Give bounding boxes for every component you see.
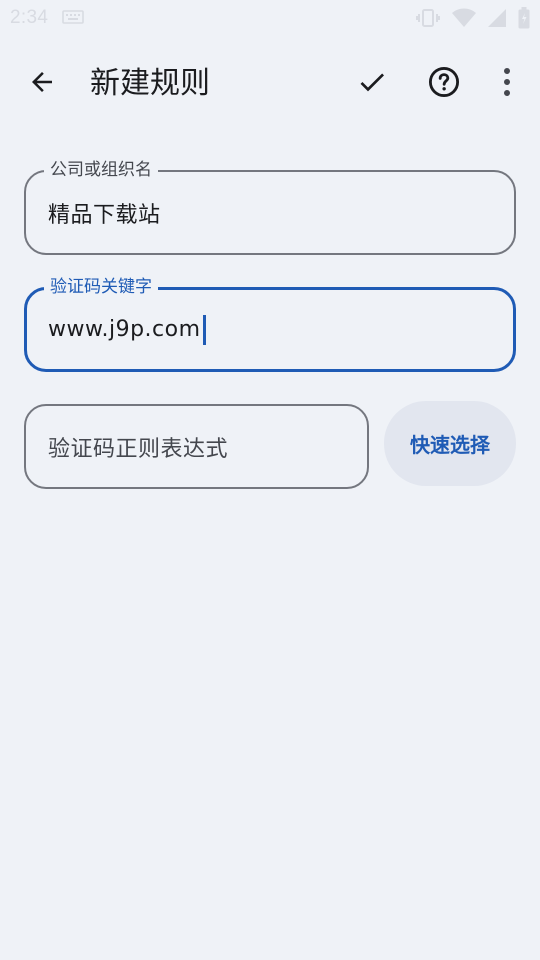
back-arrow-icon [27,67,57,101]
code-keyword-field[interactable]: 验证码关键字 www.j9p.com [24,276,516,372]
more-options-button[interactable] [483,60,531,108]
wifi-icon [452,8,476,28]
status-left: 2:34 [10,7,84,29]
status-bar: 2:34 [0,0,540,36]
more-vert-icon [502,67,512,101]
signal-icon [488,8,506,28]
status-right [416,7,530,29]
back-button[interactable] [18,60,66,108]
check-icon [356,66,388,102]
text-cursor [202,314,206,345]
company-name-field[interactable]: 公司或组织名 精品下载站 [24,159,516,255]
code-keyword-value: www.j9p.com [48,317,201,342]
status-time: 2:34 [10,7,49,28]
help-button[interactable] [420,60,468,108]
save-button[interactable] [348,60,396,108]
help-icon [427,65,461,103]
code-keyword-input[interactable]: www.j9p.com [48,290,206,369]
quick-select-button[interactable]: 快速选择 [384,401,516,486]
code-regex-placeholder: 验证码正则表达式 [48,436,229,462]
page-title: 新建规则 [90,66,210,101]
code-regex-field[interactable]: 验证码正则表达式 [24,404,369,489]
company-name-value: 精品下载站 [48,202,161,228]
vibrate-icon [416,8,440,28]
keyboard-icon [62,9,84,28]
app-bar: 新建规则 [0,48,540,120]
battery-icon [518,7,530,29]
